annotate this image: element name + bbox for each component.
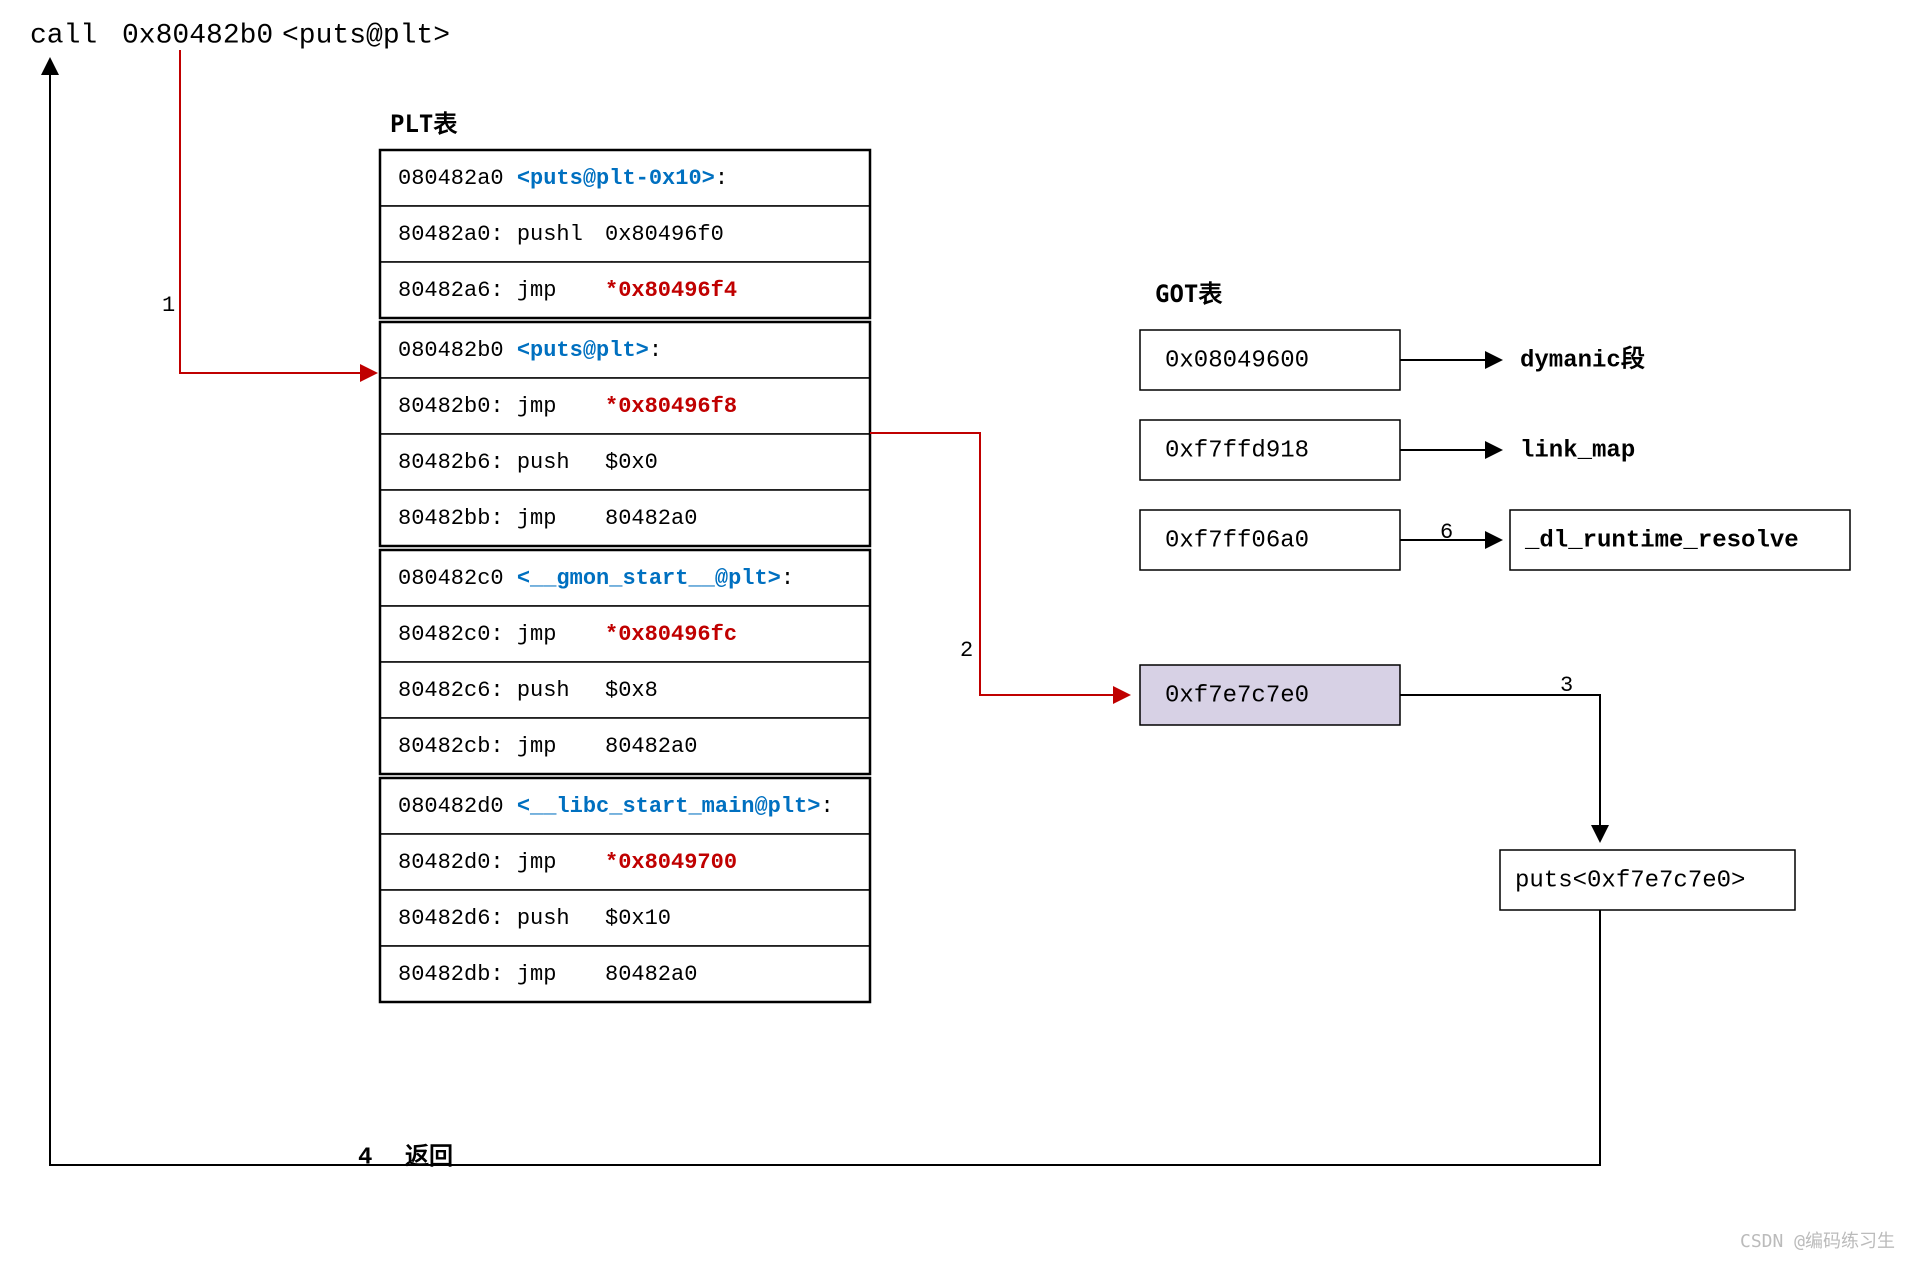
step-4: 4 (358, 1144, 372, 1171)
plt-row: 080482b0 <puts@plt>: (398, 338, 662, 363)
plt-row: 080482a0 <puts@plt-0x10>: (398, 166, 728, 191)
plt-row: 80482b6: push$0x0 (398, 450, 658, 475)
got-target-0: dymanic段 (1520, 344, 1645, 374)
plt-row: 80482cb: jmp80482a0 (398, 734, 697, 759)
step-2: 2 (960, 638, 973, 663)
got-entry-3: 0xf7e7c7e0 (1165, 682, 1309, 709)
plt-row: 80482db: jmp80482a0 (398, 962, 697, 987)
step-3: 3 (1560, 673, 1573, 698)
got-target-2: _dl_runtime_resolve (1524, 527, 1799, 554)
plt-title: PLT表 (390, 110, 458, 138)
got-title: GOT表 (1155, 280, 1223, 308)
got-entry-0: 0x08049600 (1165, 347, 1309, 374)
plt-row: 80482c6: push$0x8 (398, 678, 658, 703)
step-6: 6 (1440, 520, 1453, 545)
plt-row: 080482c0 <__gmon_start__@plt>: (398, 566, 794, 591)
return-label: 返回 (405, 1142, 453, 1170)
call-op: call (30, 20, 97, 51)
watermark: CSDN @编码练习生 (1740, 1231, 1895, 1252)
got-table: 0x08049600 0xf7ffd918 0xf7ff06a0 0xf7e7c… (1140, 330, 1400, 725)
got-target-1: link_map (1520, 437, 1635, 464)
call-sym: <puts@plt> (282, 20, 450, 51)
call-addr: 0x80482b0 (122, 20, 273, 51)
puts-resolved: puts<0xf7e7c7e0> (1515, 867, 1745, 894)
got-entry-2: 0xf7ff06a0 (1165, 527, 1309, 554)
got-entry-1: 0xf7ffd918 (1165, 437, 1309, 464)
plt-row: 80482bb: jmp80482a0 (398, 506, 697, 531)
plt-table: 080482a0 <puts@plt-0x10>: 80482a0: pushl0… (380, 150, 870, 1002)
plt-row: 80482d6: push$0x10 (398, 906, 671, 931)
plt-row: 080482d0 <__libc_start_main@plt>: (398, 794, 834, 819)
step-1: 1 (162, 293, 175, 318)
plt-row: 80482a0: pushl0x80496f0 (398, 222, 724, 247)
